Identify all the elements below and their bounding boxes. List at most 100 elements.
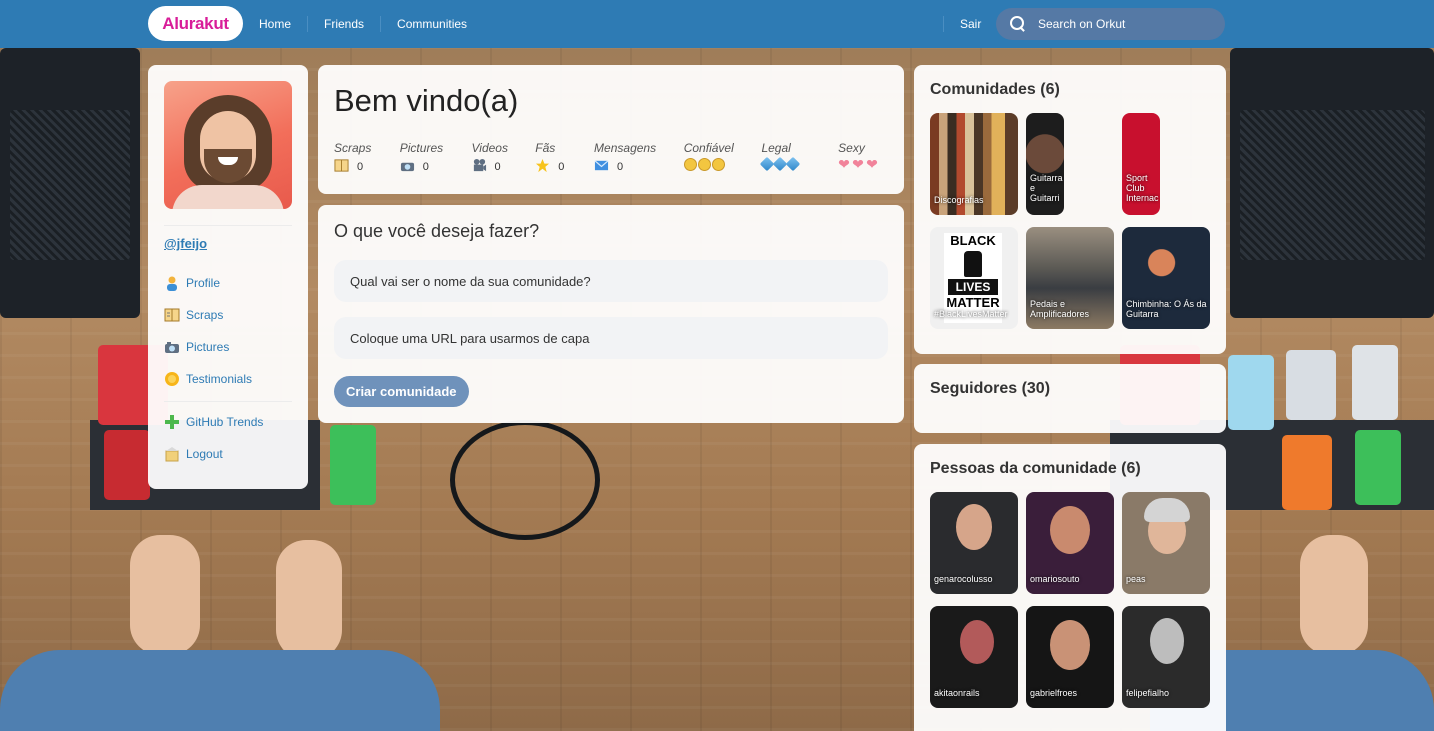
person-name: genarocolusso bbox=[934, 574, 993, 584]
logout-icon bbox=[164, 446, 180, 462]
stat-label: Fãs bbox=[535, 141, 556, 155]
account-nav: Sair bbox=[943, 0, 997, 48]
person-photo bbox=[956, 504, 992, 550]
sidebar-item-github-trends[interactable]: GitHub Trends bbox=[164, 406, 292, 438]
sidebar-item-label: Testimonials bbox=[186, 372, 253, 386]
community-name: Pedais e Amplificadores bbox=[1030, 299, 1090, 319]
stat-videos: Videos 0 bbox=[472, 141, 536, 176]
community-url-field[interactable] bbox=[334, 317, 888, 359]
create-community-card: O que você deseja fazer? Criar comunidad… bbox=[318, 205, 904, 423]
person-tile[interactable]: akitaonrails bbox=[930, 606, 1018, 708]
book-icon bbox=[334, 158, 349, 176]
community-image-url-input[interactable] bbox=[350, 330, 888, 346]
stat-label: Mensagens bbox=[594, 141, 657, 155]
amplifier-grill bbox=[10, 110, 130, 260]
nav-friends-link[interactable]: Friends bbox=[308, 16, 382, 32]
rating-label: Confiável bbox=[683, 141, 734, 155]
search-input[interactable] bbox=[1038, 17, 1208, 31]
person-tile[interactable]: peas bbox=[1122, 492, 1210, 594]
sidebar-item-logout[interactable]: Logout bbox=[164, 438, 292, 470]
community-name: Guitarra e Guitarri bbox=[1030, 173, 1063, 203]
stat-value: 0 bbox=[494, 161, 501, 173]
rating-confiavel: Confiável bbox=[683, 141, 762, 176]
foot bbox=[1300, 535, 1368, 655]
nav-communities-link[interactable]: Communities bbox=[381, 16, 483, 32]
main-nav: Home Friends Communities bbox=[243, 0, 483, 48]
community-name: #BlackLivesMatter bbox=[934, 309, 1008, 319]
form-title: O que você deseja fazer? bbox=[334, 221, 540, 241]
stat-value: 0 bbox=[558, 161, 565, 173]
book-icon bbox=[164, 307, 180, 323]
sidebar-item-testimonials[interactable]: Testimonials bbox=[164, 363, 292, 395]
welcome-card: Bem vindo(a) Scraps 0 Pictures 0 Videos … bbox=[318, 65, 904, 194]
person-name: akitaonrails bbox=[934, 688, 980, 698]
camera-icon bbox=[400, 158, 415, 176]
stat-label: Scraps bbox=[334, 141, 372, 155]
community-people-box: Pessoas da comunidade (6) genarocolusso … bbox=[914, 444, 1226, 731]
cable bbox=[450, 420, 600, 540]
people-grid: genarocolusso omariosouto peas akitaonra… bbox=[930, 492, 1210, 708]
person-tile[interactable]: genarocolusso bbox=[930, 492, 1018, 594]
community-tile[interactable]: Chimbinha: O Ás da Guitarra bbox=[1122, 227, 1210, 329]
person-tile[interactable]: omariosouto bbox=[1026, 492, 1114, 594]
stat-label: Pictures bbox=[399, 141, 444, 155]
pedal bbox=[330, 425, 376, 505]
community-name-field[interactable] bbox=[334, 260, 888, 302]
stat-mensagens: Mensagens 0 bbox=[594, 141, 684, 176]
person-photo bbox=[1050, 506, 1090, 554]
foot bbox=[276, 540, 342, 660]
community-tile[interactable]: BLACK LIVES MATTER #BlackLivesMatter bbox=[930, 227, 1018, 329]
create-community-button[interactable]: Criar comunidade bbox=[334, 376, 469, 407]
rating-label: Legal bbox=[761, 141, 791, 155]
pedal bbox=[1228, 355, 1274, 430]
jeans bbox=[0, 650, 440, 731]
followers-box: Seguidores (30) bbox=[914, 364, 1226, 433]
profile-username[interactable]: @jfeijo bbox=[164, 236, 292, 251]
search-box[interactable] bbox=[996, 8, 1225, 40]
stat-fas: Fãs 0 bbox=[535, 141, 594, 176]
sidebar-item-label: GitHub Trends bbox=[186, 415, 264, 429]
profile-sidebar: @jfeijo Profile Scraps Pictures Testimon… bbox=[148, 65, 308, 489]
person-tile[interactable]: felipefialho bbox=[1122, 606, 1210, 708]
divider bbox=[164, 401, 292, 402]
sidebar-item-pictures[interactable]: Pictures bbox=[164, 331, 292, 363]
community-tile[interactable]: Sport Club Internac bbox=[1122, 113, 1160, 215]
rating-sexy: Sexy ❤ ❤ ❤ bbox=[838, 141, 888, 176]
person-name: peas bbox=[1126, 574, 1146, 584]
communities-grid: Discografias Guitarra e Guitarri Sport C… bbox=[930, 113, 1210, 329]
logout-link[interactable]: Sair bbox=[943, 16, 997, 32]
person-name: gabrielfroes bbox=[1030, 688, 1078, 698]
sidebar-item-profile[interactable]: Profile bbox=[164, 267, 292, 299]
community-tile[interactable]: Discografias bbox=[930, 113, 1018, 215]
community-tile[interactable]: Guitarra e Guitarri bbox=[1026, 113, 1064, 215]
person-tile[interactable]: gabrielfroes bbox=[1026, 606, 1114, 708]
community-tile[interactable]: Pedais e Amplificadores bbox=[1026, 227, 1114, 329]
people-title: Pessoas da comunidade (6) bbox=[930, 460, 1141, 477]
community-name: Discografias bbox=[934, 195, 984, 205]
nav-home-link[interactable]: Home bbox=[243, 16, 309, 32]
sidebar-item-label: Pictures bbox=[186, 340, 230, 354]
alurakut-logo[interactable]: Alurakut bbox=[148, 6, 243, 41]
sidebar-item-scraps[interactable]: Scraps bbox=[164, 299, 292, 331]
amplifier-grill bbox=[1240, 110, 1425, 260]
person-photo bbox=[960, 620, 994, 664]
pedal bbox=[1282, 435, 1332, 510]
avatar[interactable] bbox=[164, 81, 292, 209]
user-icon bbox=[164, 275, 180, 291]
person-photo bbox=[1150, 618, 1184, 664]
followers-title: Seguidores (30) bbox=[930, 380, 1051, 397]
envelope-icon bbox=[594, 158, 609, 176]
foot bbox=[130, 535, 200, 655]
smiley-icon bbox=[683, 158, 762, 171]
person-name: omariosouto bbox=[1030, 574, 1080, 584]
sidebar-item-label: Scraps bbox=[186, 308, 224, 322]
sidebar-item-label: Logout bbox=[186, 447, 223, 461]
person-name: felipefialho bbox=[1126, 688, 1170, 698]
stat-pictures: Pictures 0 bbox=[400, 141, 472, 176]
community-name: Sport Club Internac bbox=[1126, 173, 1159, 203]
heart-icon: ❤ ❤ ❤ bbox=[838, 156, 878, 172]
camera-icon bbox=[164, 339, 180, 355]
community-name-input[interactable] bbox=[350, 273, 888, 289]
fist-icon bbox=[964, 251, 982, 277]
video-camera-icon bbox=[472, 158, 487, 176]
